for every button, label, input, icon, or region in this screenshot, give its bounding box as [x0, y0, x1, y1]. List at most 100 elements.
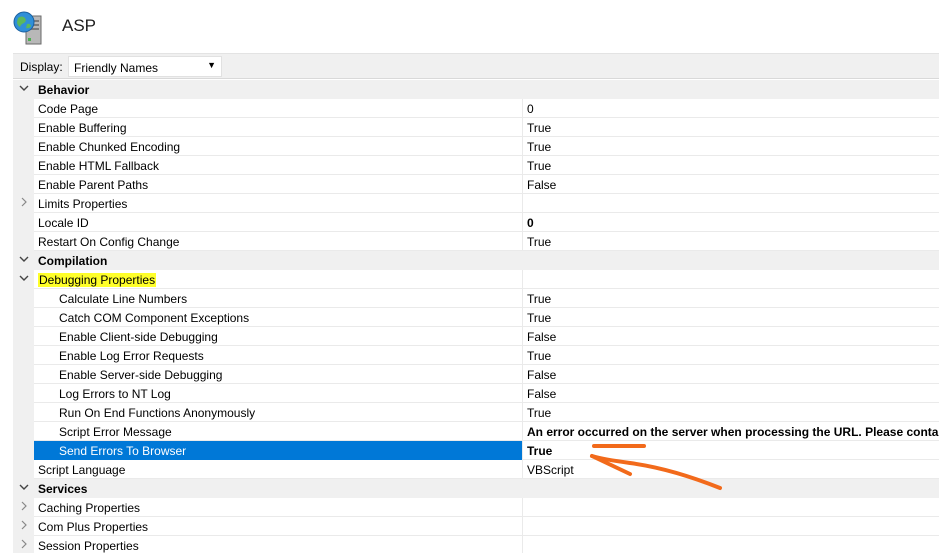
- category-behavior[interactable]: Behavior: [13, 80, 939, 99]
- property-row-enable-client-side-debugging[interactable]: Enable Client-side Debugging False: [13, 327, 939, 346]
- row-gutter: [13, 270, 34, 289]
- page-title: ASP: [62, 16, 97, 35]
- property-row-locale-id[interactable]: Locale ID 0: [13, 213, 939, 232]
- property-row-catch-com-component-exceptions[interactable]: Catch COM Component Exceptions True: [13, 308, 939, 327]
- globe-server-icon: [13, 11, 42, 45]
- display-label: Display:: [20, 60, 63, 74]
- property-row-enable-server-side-debugging[interactable]: Enable Server-side Debugging False: [13, 365, 939, 384]
- row-gutter: [13, 346, 34, 365]
- category-services[interactable]: Services: [13, 479, 939, 498]
- property-row-script-language[interactable]: Script Language VBScript: [13, 460, 939, 479]
- property-value[interactable]: [522, 536, 939, 553]
- label-text: Log Errors to NT Log: [59, 387, 171, 401]
- label-text: Session Properties: [38, 539, 139, 553]
- label-text: Com Plus Properties: [38, 520, 149, 534]
- label-text: Enable Client-side Debugging: [59, 330, 218, 344]
- page-header: ASP: [0, 0, 939, 52]
- row-gutter: [13, 517, 34, 536]
- property-name: Session Properties: [34, 536, 522, 553]
- toolbar: Display: Friendly Names ▼: [13, 53, 939, 79]
- property-value[interactable]: False: [522, 384, 939, 403]
- category-label: Compilation: [34, 251, 522, 270]
- chevron-down-icon: ▼: [207, 60, 216, 70]
- label-text: Enable Log Error Requests: [59, 349, 204, 363]
- property-row-enable-log-error-requests[interactable]: Enable Log Error Requests True: [13, 346, 939, 365]
- property-name: Script Language: [34, 460, 522, 479]
- property-row-log-errors-to-nt-log[interactable]: Log Errors to NT Log False: [13, 384, 939, 403]
- row-gutter: [13, 536, 34, 553]
- property-value[interactable]: True: [522, 289, 939, 308]
- property-value[interactable]: [522, 498, 939, 517]
- property-row-enable-chunked-encoding[interactable]: Enable Chunked Encoding True: [13, 137, 939, 156]
- property-name: Caching Properties: [34, 498, 522, 517]
- property-row-enable-html-fallback[interactable]: Enable HTML Fallback True: [13, 156, 939, 175]
- property-row-session-properties[interactable]: Session Properties: [13, 536, 939, 553]
- property-row-run-on-end-functions-anonymously[interactable]: Run On End Functions Anonymously True: [13, 403, 939, 422]
- property-value[interactable]: VBScript: [522, 460, 939, 479]
- category-value-cell: [522, 251, 939, 270]
- property-value[interactable]: 0: [522, 213, 939, 232]
- chevron-right-icon[interactable]: [17, 537, 31, 553]
- label-text: Caching Properties: [38, 501, 141, 515]
- row-gutter: [13, 80, 34, 99]
- chevron-down-icon[interactable]: [17, 480, 31, 496]
- property-value[interactable]: False: [522, 327, 939, 346]
- label-text: Services: [38, 482, 88, 496]
- property-row-debugging-properties[interactable]: Debugging Properties: [13, 270, 939, 289]
- property-name: Debugging Properties: [34, 270, 522, 289]
- category-label: Services: [34, 479, 522, 498]
- property-row-enable-parent-paths[interactable]: Enable Parent Paths False: [13, 175, 939, 194]
- property-value[interactable]: 0: [522, 99, 939, 118]
- property-name: Enable Parent Paths: [34, 175, 522, 194]
- property-name: Limits Properties: [34, 194, 522, 213]
- property-row-caching-properties[interactable]: Caching Properties: [13, 498, 939, 517]
- property-row-code-page[interactable]: Code Page 0: [13, 99, 939, 118]
- label-text: Enable Parent Paths: [38, 178, 149, 192]
- property-name: Catch COM Component Exceptions: [34, 308, 522, 327]
- row-gutter: [13, 365, 34, 384]
- label-text: Locale ID: [38, 216, 89, 230]
- row-gutter: [13, 460, 34, 479]
- property-value[interactable]: [522, 517, 939, 536]
- label-text: Code Page: [38, 102, 99, 116]
- property-value[interactable]: An error occurred on the server when pro…: [522, 422, 939, 441]
- chevron-down-icon[interactable]: [17, 271, 31, 287]
- label-text: Compilation: [38, 254, 108, 268]
- category-compilation[interactable]: Compilation: [13, 251, 939, 270]
- property-value[interactable]: True: [522, 156, 939, 175]
- property-row-com-plus-properties[interactable]: Com Plus Properties: [13, 517, 939, 536]
- property-value[interactable]: True: [522, 308, 939, 327]
- property-value[interactable]: True: [522, 441, 939, 460]
- label-text: Enable Chunked Encoding: [38, 140, 181, 154]
- property-row-send-errors-to-browser[interactable]: Send Errors To Browser True: [13, 441, 939, 460]
- chevron-right-icon[interactable]: [17, 195, 31, 211]
- label-text: Enable HTML Fallback: [38, 159, 159, 173]
- property-value[interactable]: [522, 194, 939, 213]
- property-value[interactable]: True: [522, 118, 939, 137]
- property-value[interactable]: True: [522, 346, 939, 365]
- chevron-right-icon[interactable]: [17, 518, 31, 534]
- chevron-down-icon[interactable]: [17, 252, 31, 268]
- property-row-enable-buffering[interactable]: Enable Buffering True: [13, 118, 939, 137]
- property-row-limits-properties[interactable]: Limits Properties: [13, 194, 939, 213]
- chevron-right-icon[interactable]: [17, 499, 31, 515]
- row-gutter: [13, 289, 34, 308]
- display-dropdown[interactable]: Friendly Names ▼: [68, 56, 222, 77]
- property-name: Script Error Message: [34, 422, 522, 441]
- property-name: Restart On Config Change: [34, 232, 522, 251]
- property-row-script-error-message[interactable]: Script Error Message An error occurred on…: [13, 422, 939, 441]
- property-value[interactable]: False: [522, 365, 939, 384]
- property-value[interactable]: [522, 270, 939, 289]
- property-value[interactable]: False: [522, 175, 939, 194]
- row-gutter: [13, 194, 34, 213]
- property-value[interactable]: True: [522, 232, 939, 251]
- property-value[interactable]: True: [522, 137, 939, 156]
- property-row-restart-on-config-change[interactable]: Restart On Config Change True: [13, 232, 939, 251]
- chevron-down-icon[interactable]: [17, 81, 31, 97]
- property-value[interactable]: True: [522, 403, 939, 422]
- property-row-calculate-line-numbers[interactable]: Calculate Line Numbers True: [13, 289, 939, 308]
- property-name: Enable Buffering: [34, 118, 522, 137]
- property-name: Log Errors to NT Log: [34, 384, 522, 403]
- property-name: Calculate Line Numbers: [34, 289, 522, 308]
- label-text: Debugging Properties: [38, 273, 157, 287]
